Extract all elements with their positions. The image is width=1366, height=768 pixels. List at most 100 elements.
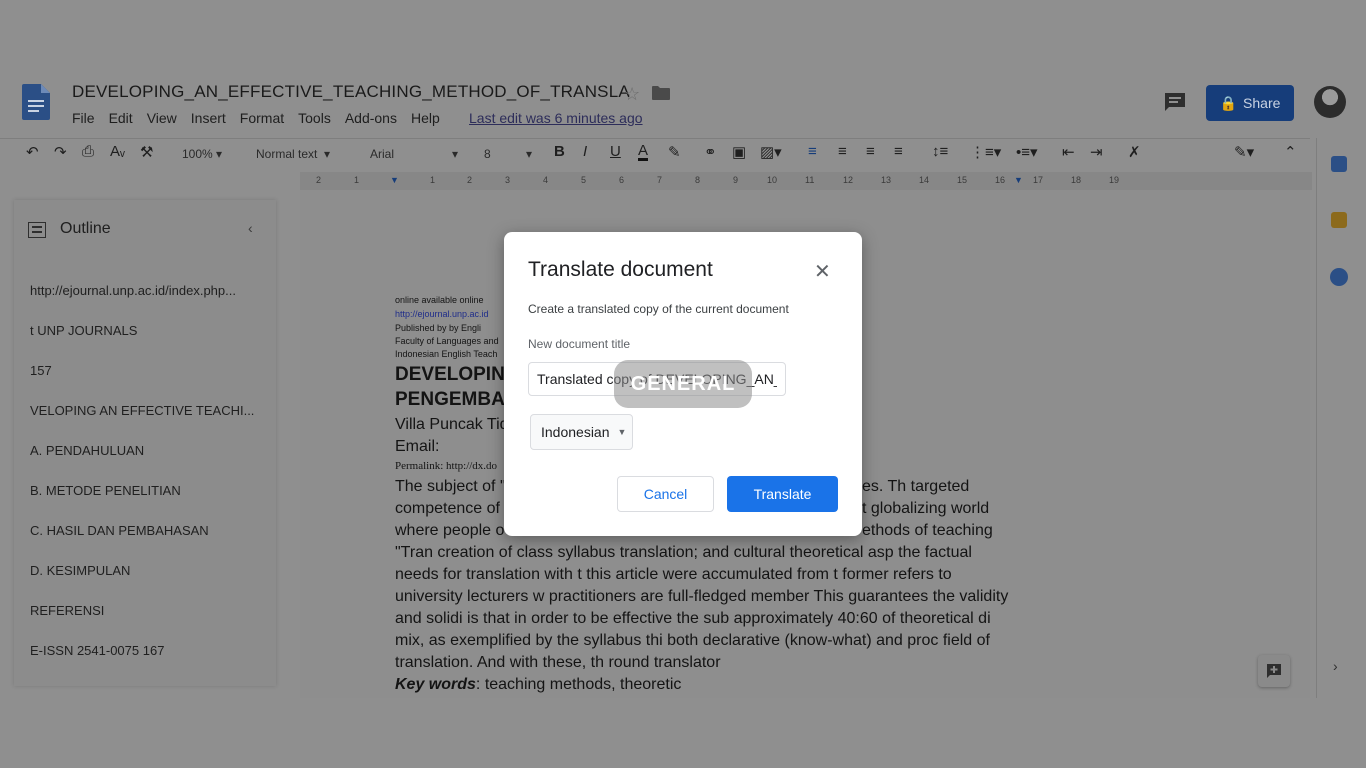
ruler-tick: 4 — [543, 175, 549, 185]
watermark-badge: GENERAL — [614, 360, 752, 408]
doc-body-line: t globalizing world — [862, 500, 990, 517]
doc-small-line: online available online — [395, 295, 484, 305]
doc-small-line: Faculty of Languages and — [395, 336, 499, 346]
image-icon[interactable]: ▨▾ — [760, 143, 782, 161]
bold-icon[interactable]: B — [554, 143, 565, 160]
font-select-chevron-icon[interactable]: ▾ — [452, 147, 458, 161]
comment-history-icon[interactable] — [1164, 92, 1186, 112]
menu-tools[interactable]: Tools — [298, 110, 331, 126]
ruler-tick: 2 — [467, 175, 473, 185]
link-icon[interactable]: ⚭ — [704, 143, 717, 161]
right-indent-marker-icon[interactable]: ▼ — [1014, 175, 1023, 185]
doc-body-line: The subject of " — [395, 478, 506, 495]
numbered-list-icon[interactable]: ⋮≡▾ — [970, 143, 1001, 161]
bottom-blank-area — [0, 698, 1366, 768]
menu-edit[interactable]: Edit — [109, 110, 133, 126]
outline-item[interactable]: 157 — [30, 363, 52, 378]
font-select[interactable]: Arial — [370, 147, 394, 161]
outline-item[interactable]: C. HASIL DAN PEMBAHASAN — [30, 523, 209, 538]
outline-icon — [28, 222, 46, 238]
spellcheck-icon[interactable]: Aᵥ — [110, 143, 125, 160]
outline-item[interactable]: D. KESIMPULAN — [30, 563, 130, 578]
undo-icon[interactable]: ↶ — [26, 143, 39, 161]
ruler-tick: 16 — [995, 175, 1006, 185]
new-title-label: New document title — [528, 337, 631, 351]
decrease-indent-icon[interactable]: ⇤ — [1062, 143, 1075, 161]
editing-mode-icon[interactable]: ✎▾ — [1234, 143, 1254, 161]
outline-close-icon[interactable]: ‹ — [248, 220, 253, 236]
document-title[interactable]: DEVELOPING_AN_EFFECTIVE_TEACHING_METHOD_… — [72, 82, 630, 102]
redo-icon[interactable]: ↷ — [54, 143, 67, 161]
left-indent-marker-icon[interactable]: ▼ — [390, 175, 399, 185]
bulleted-list-icon[interactable]: •≡▾ — [1016, 143, 1038, 161]
docs-logo-icon[interactable] — [22, 84, 50, 120]
doc-heading: DEVELOPIN — [395, 364, 505, 385]
align-right-icon[interactable]: ≡ — [866, 143, 875, 160]
dialog-title: Translate document — [528, 258, 713, 281]
doc-link-line[interactable]: http://ejournal.unp.ac.id — [395, 309, 489, 319]
paint-format-icon[interactable]: ⚒ — [140, 143, 153, 161]
increase-indent-icon[interactable]: ⇥ — [1090, 143, 1103, 161]
translate-button[interactable]: Translate — [727, 476, 838, 512]
underline-icon[interactable]: U — [610, 143, 621, 160]
expand-side-panel-icon[interactable]: › — [1333, 658, 1338, 674]
ruler-tick: 11 — [805, 175, 815, 185]
italic-icon[interactable]: I — [583, 143, 587, 160]
menu-insert[interactable]: Insert — [191, 110, 226, 126]
doc-small-line: Published by by Engli — [395, 323, 482, 333]
last-edit-link[interactable]: Last edit was 6 minutes ago — [469, 110, 643, 126]
doc-email: Email: — [395, 438, 440, 455]
menu-view[interactable]: View — [147, 110, 177, 126]
user-avatar[interactable] — [1314, 86, 1346, 118]
outline-item[interactable]: REFERENSI — [30, 603, 104, 618]
comment-add-icon[interactable]: ▣ — [732, 143, 746, 161]
ruler-tick: 7 — [657, 175, 663, 185]
add-comment-button[interactable] — [1258, 655, 1290, 687]
align-justify-icon[interactable]: ≡ — [894, 143, 903, 160]
menu-add-ons[interactable]: Add-ons — [345, 110, 397, 126]
menu-file[interactable]: File — [72, 110, 95, 126]
outline-item[interactable]: E-ISSN 2541-0075 167 — [30, 643, 164, 658]
align-center-icon[interactable]: ≡ — [838, 143, 847, 160]
language-select[interactable]: Indonesian ▼ — [530, 414, 633, 450]
outline-item[interactable]: B. METODE PENELITIAN — [30, 483, 181, 498]
align-left-icon[interactable]: ≡ — [808, 143, 817, 160]
keep-icon[interactable] — [1331, 212, 1347, 228]
text-color-icon[interactable]: A — [638, 143, 649, 161]
star-icon[interactable]: ☆ — [624, 84, 640, 105]
outline-item[interactable]: VELOPING AN EFFECTIVE TEACHI... — [30, 403, 254, 418]
doc-permalink: Permalink: http://dx.do — [395, 460, 498, 472]
ruler-tick: 10 — [767, 175, 778, 185]
menu-help[interactable]: Help — [411, 110, 440, 126]
lock-icon: 🔒 — [1219, 94, 1238, 111]
highlight-icon[interactable]: ✎ — [668, 143, 681, 161]
zoom-select[interactable]: 100% ▾ — [182, 147, 222, 161]
outline-item[interactable]: A. PENDAHULUAN — [30, 443, 144, 458]
print-icon[interactable]: ⎙ — [82, 143, 94, 160]
ruler-tick: 15 — [957, 175, 968, 185]
language-select-value: Indonesian — [541, 424, 610, 440]
ruler-tick: 1 — [430, 175, 436, 185]
calendar-icon[interactable] — [1331, 156, 1347, 172]
cancel-button[interactable]: Cancel — [617, 476, 714, 512]
close-icon[interactable]: ✕ — [814, 259, 831, 284]
doc-body-line: ethods of teaching — [862, 522, 993, 539]
ruler-tick: 1 — [354, 175, 360, 185]
doc-keywords-line: Key words: teaching methods, theoretic — [395, 676, 681, 694]
clear-formatting-icon[interactable]: ✗ — [1128, 143, 1141, 161]
style-select[interactable]: Normal text ▾ — [256, 147, 330, 161]
share-button[interactable]: 🔒 Share — [1206, 85, 1294, 121]
ruler-tick: 2 — [316, 175, 322, 185]
chevron-down-icon: ▼ — [617, 427, 627, 437]
line-spacing-icon[interactable]: ↕≡ — [932, 143, 948, 160]
tasks-icon[interactable] — [1330, 268, 1348, 286]
font-size-chevron-icon[interactable]: ▾ — [526, 147, 532, 161]
outline-item[interactable]: t UNP JOURNALS — [30, 323, 137, 338]
folder-icon[interactable] — [652, 86, 670, 100]
doc-heading: PENGEMBA — [395, 389, 505, 410]
outline-item[interactable]: http://ejournal.unp.ac.id/index.php... — [30, 283, 236, 298]
collapse-menus-icon[interactable]: ⌃ — [1284, 143, 1297, 161]
font-size-select[interactable]: 8 — [484, 147, 491, 161]
menu-format[interactable]: Format — [240, 110, 284, 126]
doc-body-line: es. Th targeted — [862, 478, 970, 495]
